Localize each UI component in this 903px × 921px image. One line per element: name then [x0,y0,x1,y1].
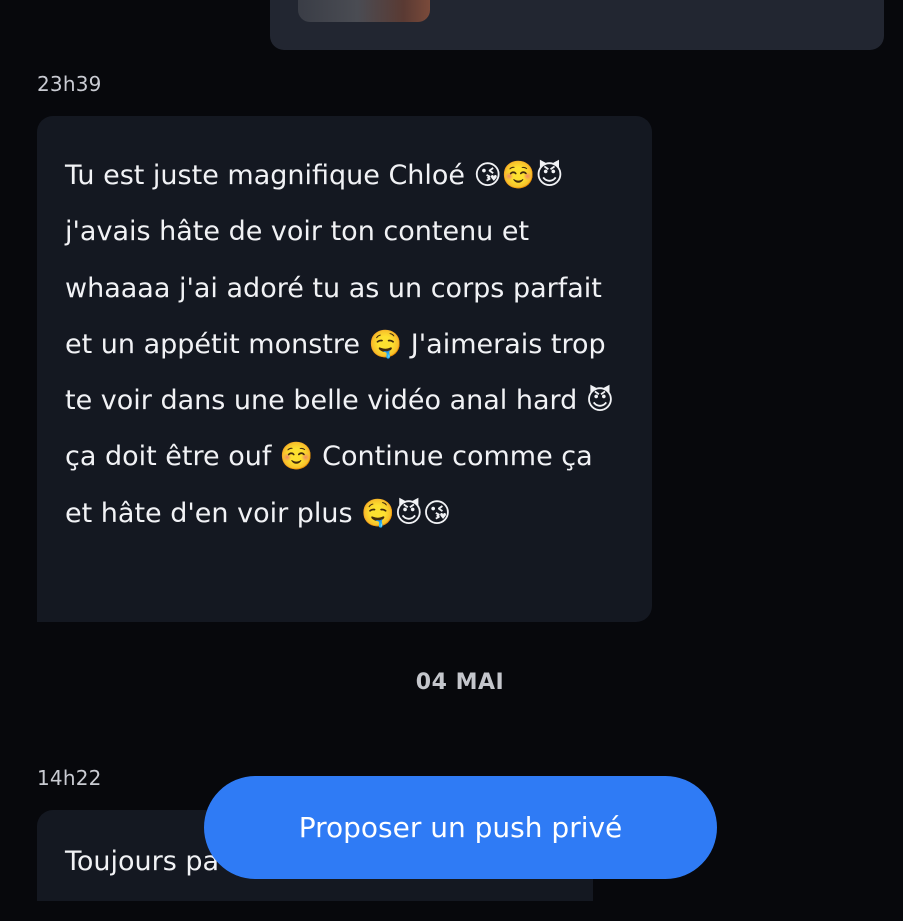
received-message-bubble[interactable]: Tu est juste magnifique Chloé 😘☺️😈 j'ava… [37,116,652,622]
message-text: Tu est juste magnifique Chloé 😘☺️😈 j'ava… [65,160,615,529]
message-text: Toujours pa [65,846,220,877]
message-timestamp: 23h39 [37,72,102,96]
message-timestamp: 14h22 [37,766,102,790]
image-thumbnail-icon[interactable] [298,0,430,22]
date-separator: 04 MAI [415,670,505,695]
sent-message-bubble[interactable] [270,0,884,50]
chat-thread: 23h39 Tu est juste magnifique Chloé 😘☺️😈… [0,0,903,921]
propose-private-push-button[interactable]: Proposer un push privé [204,776,717,879]
